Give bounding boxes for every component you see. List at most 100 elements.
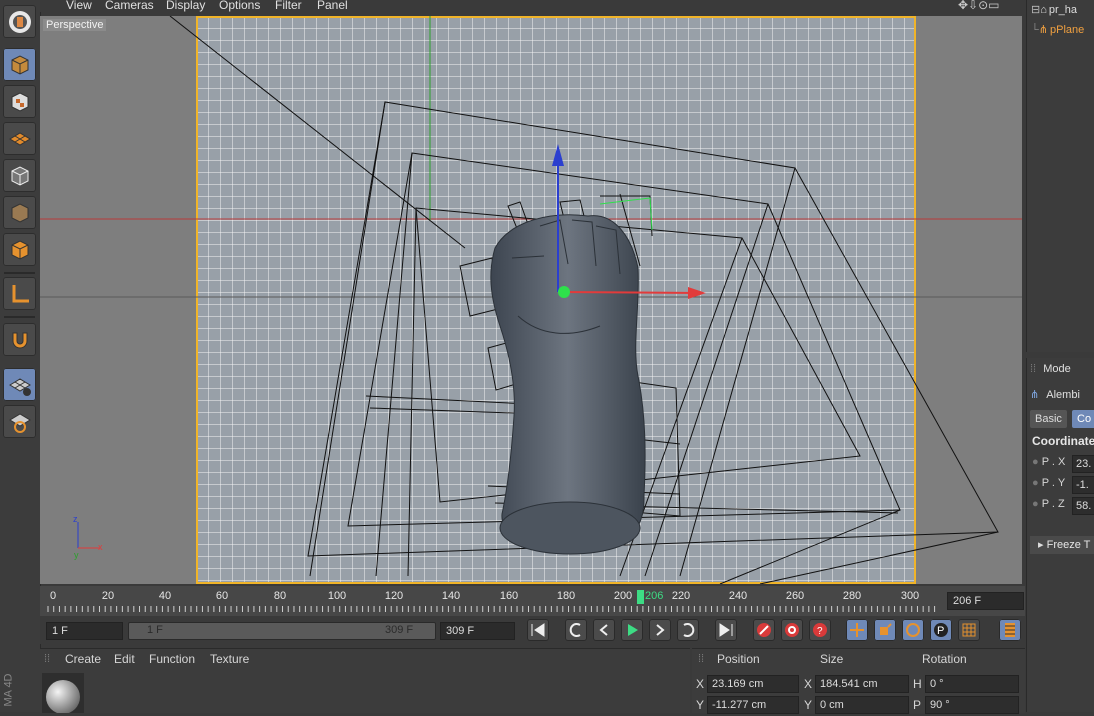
object-label: pr_ha xyxy=(1048,4,1078,16)
object-item-pr-ha[interactable]: ⊟⌂ pr_ha xyxy=(1031,3,1077,16)
tick-label: 40 xyxy=(158,590,172,602)
grip-icon: ⁞⁞ xyxy=(44,653,51,665)
rotation-p-input[interactable]: 90 ° xyxy=(925,696,1019,714)
grip-icon: ⁞⁞ xyxy=(698,653,705,665)
attr-label: P . Z xyxy=(1041,498,1065,510)
timeline-icon[interactable] xyxy=(999,619,1021,641)
material-thumbnail[interactable] xyxy=(42,673,84,714)
toolbar-divider xyxy=(4,316,35,318)
keyframe-dot-icon[interactable]: ● xyxy=(1032,477,1039,489)
tab-coord[interactable]: Co xyxy=(1072,410,1094,428)
goto-start-button[interactable] xyxy=(527,619,549,641)
coord-axis-x: X xyxy=(696,677,705,691)
svg-text:?: ? xyxy=(817,626,823,637)
attr-py-input[interactable]: -1. xyxy=(1072,476,1094,494)
keyframe-dot-icon[interactable]: ● xyxy=(1032,456,1039,468)
size-x-input[interactable]: 184.541 cm xyxy=(815,675,909,693)
alembic-object-icon: ⋔ xyxy=(1030,389,1040,401)
next-key-button[interactable] xyxy=(677,619,699,641)
viewport-nav-icons[interactable]: ✥⇩⊙▭ xyxy=(958,0,1000,12)
mat-menu-edit[interactable]: Edit xyxy=(114,652,135,666)
attr-row-py: ● P . Y xyxy=(1032,477,1065,489)
coord-header-size: Size xyxy=(820,652,844,666)
tick-label: 0 xyxy=(49,590,57,602)
tick-label: 20 xyxy=(101,590,115,602)
perspective-viewport[interactable]: z y x Perspective xyxy=(40,16,1022,584)
menu-options[interactable]: Options xyxy=(219,0,260,12)
prev-key-button[interactable] xyxy=(565,619,587,641)
tick-label: 120 xyxy=(384,590,404,602)
menu-panel[interactable]: Panel xyxy=(317,0,348,12)
pla-key-icon[interactable] xyxy=(958,619,980,641)
svg-text:x: x xyxy=(98,542,103,552)
edge-mode-icon[interactable] xyxy=(3,159,36,192)
polygon-mode-icon[interactable] xyxy=(3,122,36,155)
prev-frame-button[interactable] xyxy=(593,619,615,641)
coord-size-axis-x: X xyxy=(804,677,813,691)
current-frame-label: 206 xyxy=(645,590,664,602)
play-button[interactable] xyxy=(621,619,643,641)
menu-filter[interactable]: Filter xyxy=(275,0,302,12)
axis-icon[interactable] xyxy=(3,277,36,310)
object-item-pplane[interactable]: └⋔ pPlane xyxy=(1031,23,1084,36)
preview-range-slider[interactable]: 1 F 309 F xyxy=(128,622,436,640)
goto-end-button[interactable] xyxy=(715,619,737,641)
move-key-icon[interactable] xyxy=(846,619,868,641)
point-mode-icon[interactable] xyxy=(3,196,36,229)
tick-label: 80 xyxy=(273,590,287,602)
material-sphere-icon xyxy=(46,680,80,714)
freeze-transform-section[interactable]: ▸ Freeze T xyxy=(1030,536,1094,554)
autokey-button[interactable] xyxy=(781,619,803,641)
collapse-arrow-icon: ▸ xyxy=(1038,539,1044,551)
rotate-key-icon[interactable] xyxy=(902,619,924,641)
record-key-button[interactable] xyxy=(753,619,775,641)
expand-icon[interactable]: ⊟ xyxy=(1031,4,1040,16)
svg-text:P: P xyxy=(937,625,944,637)
keyframe-selection-button[interactable]: ? xyxy=(809,619,831,641)
cinema4d-logo-icon[interactable] xyxy=(3,5,36,38)
start-frame-field[interactable]: 1 F xyxy=(46,622,123,640)
tick-label: 280 xyxy=(842,590,862,602)
scale-key-icon[interactable] xyxy=(874,619,896,641)
tick-label: 300 xyxy=(900,590,920,602)
position-y-input[interactable]: -11.277 cm xyxy=(707,696,799,714)
next-frame-button[interactable] xyxy=(649,619,671,641)
coordinate-manager: ⁞⁞ Position Size Rotation X 23.169 cm X … xyxy=(692,648,1025,714)
viewport-canvas: z y x xyxy=(40,16,1022,584)
tab-basic[interactable]: Basic xyxy=(1030,410,1067,428)
hand-model xyxy=(490,214,646,555)
menu-view[interactable]: View xyxy=(66,0,92,12)
rotation-h-input[interactable]: 0 ° xyxy=(925,675,1019,693)
coord-rot-axis-h: H xyxy=(913,677,922,691)
playhead-marker[interactable] xyxy=(637,590,644,604)
axis-indicator: z y x xyxy=(73,514,103,560)
snap-icon[interactable] xyxy=(3,405,36,438)
keyframe-dot-icon[interactable]: ● xyxy=(1032,498,1039,510)
menu-display[interactable]: Display xyxy=(166,0,205,12)
attr-section-title: Coordinate xyxy=(1032,434,1094,448)
mat-menu-create[interactable]: Create xyxy=(65,652,101,666)
attr-mode-label[interactable]: Mode xyxy=(1043,363,1071,375)
object-label: pPlane xyxy=(1050,24,1085,36)
attr-pz-input[interactable]: 58. xyxy=(1072,497,1094,515)
attr-px-input[interactable]: 23. xyxy=(1072,455,1094,473)
timeline-ruler[interactable]: 0 20 40 60 80 100 120 140 160 180 200 22… xyxy=(40,586,1025,616)
texture-mode-icon[interactable] xyxy=(3,85,36,118)
viewport-menubar: View Cameras Display Options Filter Pane… xyxy=(40,0,1025,12)
attr-mode-row[interactable]: ⁞⁞ Mode xyxy=(1030,363,1071,375)
mat-menu-function[interactable]: Function xyxy=(149,652,195,666)
attr-row-px: ● P . X xyxy=(1032,456,1065,468)
size-y-input[interactable]: 0 cm xyxy=(815,696,909,714)
end-frame-field[interactable]: 309 F xyxy=(440,622,515,640)
current-frame-field[interactable]: 206 F xyxy=(947,592,1024,610)
object-mode-icon[interactable] xyxy=(3,233,36,266)
magnet-icon[interactable] xyxy=(3,323,36,356)
attr-label: P . X xyxy=(1041,456,1066,468)
menu-cameras[interactable]: Cameras xyxy=(105,0,154,12)
workplane-icon[interactable] xyxy=(3,368,36,401)
parameter-key-icon[interactable]: P xyxy=(930,619,952,641)
position-x-input[interactable]: 23.169 cm xyxy=(707,675,799,693)
coord-header-rotation: Rotation xyxy=(922,652,967,666)
mat-menu-texture[interactable]: Texture xyxy=(210,652,249,666)
model-mode-icon[interactable] xyxy=(3,48,36,81)
